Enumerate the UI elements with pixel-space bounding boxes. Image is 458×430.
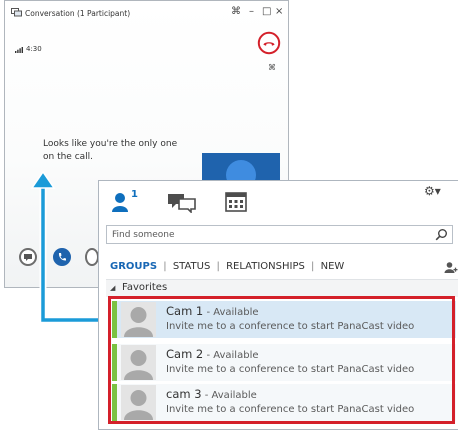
- collapse-triangle-icon[interactable]: ◢: [110, 284, 115, 292]
- search-icon[interactable]: [435, 228, 448, 241]
- filter-groups[interactable]: GROUPS: [110, 261, 157, 272]
- filter-relationships[interactable]: RELATIONSHIPS: [226, 261, 305, 272]
- pin-video-icon[interactable]: ⌘: [268, 63, 276, 72]
- presence-bar-available: [112, 384, 117, 421]
- contact-name-line: Cam 2 - Available: [166, 347, 259, 361]
- contact-avatar: [121, 385, 156, 420]
- search-box: [106, 225, 453, 244]
- signal-strength-icon: [15, 47, 23, 53]
- conversation-app-icon: [11, 8, 22, 17]
- add-contact-icon[interactable]: [444, 261, 458, 274]
- contact-name-line: cam 3 - Available: [166, 387, 257, 401]
- call-quality-row: 4:30: [15, 45, 42, 53]
- chat-bubble-icon: [24, 254, 32, 261]
- contact-row-cam-2[interactable]: Cam 2 - Available Invite me to a confere…: [112, 344, 456, 381]
- tab-meetings[interactable]: [225, 192, 247, 215]
- video-button[interactable]: [85, 248, 99, 266]
- search-input[interactable]: [112, 228, 432, 241]
- contact-avatar: [121, 345, 156, 380]
- filter-new[interactable]: NEW: [321, 261, 345, 272]
- favorites-group-header[interactable]: ◢ Favorites: [106, 279, 458, 297]
- default-person-icon: [121, 345, 156, 380]
- default-person-icon: [121, 385, 156, 420]
- contacts-tab-count: 1: [131, 189, 138, 200]
- contact-note: Invite me to a conference to start PanaC…: [166, 321, 415, 332]
- contact-name-line: Cam 1 - Available: [166, 304, 259, 318]
- filter-separator: |: [311, 261, 315, 272]
- maximize-button[interactable]: □: [262, 6, 271, 18]
- calendar-icon: [225, 192, 247, 212]
- presence-bar-available: [112, 344, 117, 381]
- contact-note: Invite me to a conference to start PanaC…: [166, 364, 415, 375]
- contacts-person-icon: [112, 193, 128, 212]
- filter-separator: |: [216, 261, 220, 272]
- contact-view-filters: GROUPS | STATUS | RELATIONSHIPS | NEW: [110, 261, 344, 272]
- contact-status: - Available: [201, 390, 257, 401]
- call-duration: 4:30: [26, 45, 42, 53]
- filter-separator: |: [163, 261, 167, 272]
- options-gear-icon[interactable]: ⚙▾: [424, 184, 441, 198]
- contact-name: Cam 1: [166, 304, 204, 318]
- alone-message: Looks like you're the only one on the ca…: [43, 139, 178, 162]
- pin-window-icon[interactable]: ⌘: [231, 6, 241, 18]
- phone-icon: [58, 253, 66, 261]
- contact-status: - Available: [203, 350, 259, 361]
- hang-up-icon[interactable]: [257, 31, 281, 55]
- filter-status[interactable]: STATUS: [173, 261, 211, 272]
- contact-name: cam 3: [166, 387, 202, 401]
- call-button[interactable]: [53, 248, 71, 266]
- contact-note: Invite me to a conference to start PanaC…: [166, 404, 415, 415]
- default-person-icon: [121, 302, 156, 337]
- contacts-window: 1 ⚙▾ GROUPS |: [98, 180, 458, 430]
- contact-row-cam-1[interactable]: Cam 1 - Available Invite me to a confere…: [112, 301, 456, 338]
- contact-name: Cam 2: [166, 347, 204, 361]
- conversation-title-bar: Conversation (1 Participant) ⌘ – □ ×: [5, 1, 288, 25]
- contact-status: - Available: [203, 307, 259, 318]
- conversation-title: Conversation (1 Participant): [25, 9, 131, 18]
- tab-conversations[interactable]: [167, 193, 197, 216]
- conversations-icon: [168, 194, 196, 214]
- im-button[interactable]: [19, 248, 37, 266]
- close-button[interactable]: ×: [275, 6, 283, 18]
- favorites-label: Favorites: [122, 282, 168, 293]
- tab-contacts[interactable]: 1: [111, 189, 151, 213]
- contact-avatar: [121, 302, 156, 337]
- minimize-button[interactable]: –: [249, 6, 254, 18]
- presence-bar-available: [112, 301, 117, 338]
- contact-row-cam-3[interactable]: cam 3 - Available Invite me to a confere…: [112, 384, 456, 421]
- contacts-tabs: 1 ⚙▾: [99, 181, 458, 219]
